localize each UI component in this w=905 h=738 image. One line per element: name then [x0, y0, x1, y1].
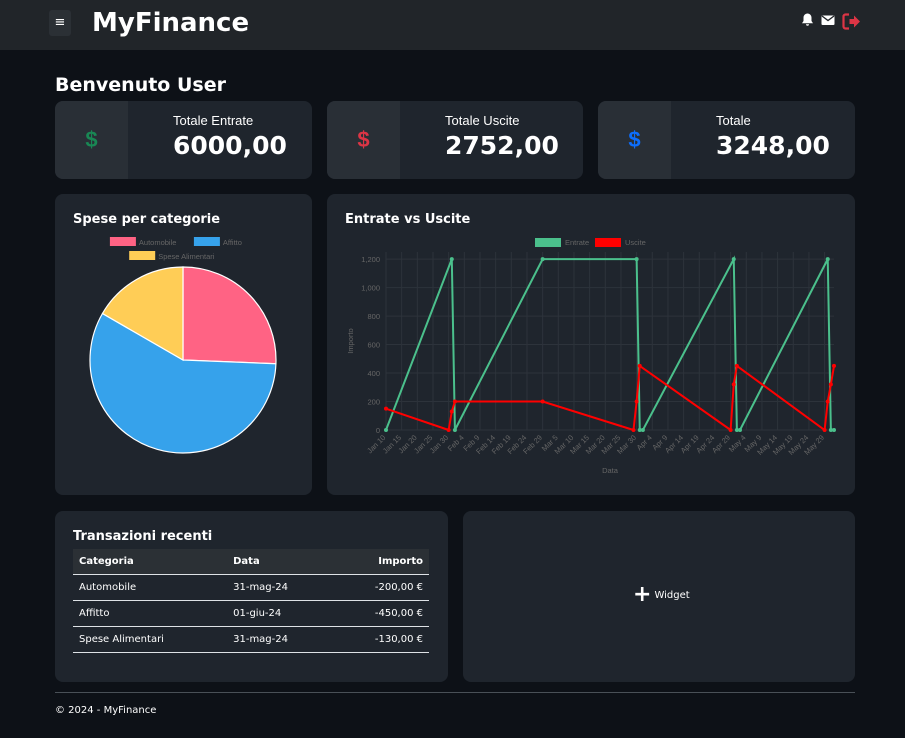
stat-card-entrate: $ Totale Entrate 6000,00 — [55, 101, 312, 179]
data-point — [640, 428, 645, 432]
cell-categoria: Automobile — [73, 574, 228, 601]
data-point — [449, 257, 454, 262]
legend-label: Spese Alimentari — [158, 252, 215, 261]
transactions-card: Transazioni recenti Categoria Data Impor… — [55, 511, 448, 682]
y-tick-label: 400 — [367, 369, 380, 378]
x-axis-title: Data — [602, 466, 619, 475]
data-point — [446, 428, 451, 432]
data-point — [728, 428, 733, 432]
stat-card-totale: $ Totale 3248,00 — [598, 101, 855, 179]
pie-chart-card: Spese per categorie Automobile Affitto Spe… — [55, 194, 312, 495]
plus-icon: + — [633, 582, 652, 607]
transactions-table: Categoria Data Importo Automobile 31-mag… — [73, 549, 429, 653]
cell-categoria: Spese Alimentari — [73, 626, 228, 653]
legend-label: Uscite — [625, 238, 646, 247]
data-point — [734, 363, 739, 368]
data-point — [832, 363, 836, 368]
bell-icon[interactable] — [801, 13, 814, 31]
data-point — [452, 399, 457, 404]
data-point — [634, 399, 639, 404]
data-point — [637, 363, 642, 368]
stat-value: 6000,00 — [173, 131, 287, 160]
cell-importo: -130,00 € — [333, 626, 429, 653]
legend-label: Affitto — [223, 238, 242, 247]
envelope-icon[interactable] — [821, 13, 835, 31]
data-point — [825, 399, 830, 404]
pie-slice — [182, 266, 277, 365]
data-point — [449, 409, 454, 414]
y-tick-label: 200 — [367, 398, 380, 407]
data-point — [828, 382, 833, 387]
widget-card: + Widget — [463, 511, 855, 682]
column-header-categoria: Categoria — [73, 549, 228, 575]
stat-value: 3248,00 — [716, 131, 830, 160]
x-tick-label: Feb 4 — [446, 433, 466, 453]
stat-label: Totale Entrate — [173, 113, 254, 128]
legend-swatch — [129, 251, 156, 260]
column-header-data: Data — [227, 549, 334, 575]
table-header-row: Categoria Data Importo — [73, 549, 429, 575]
cell-categoria: Affitto — [73, 600, 228, 627]
y-axis-title: Importo — [346, 328, 355, 353]
legend-swatch — [595, 238, 621, 247]
data-point — [452, 428, 457, 432]
cell-data: 31-mag-24 — [227, 626, 334, 653]
table-row[interactable]: Spese Alimentari 31-mag-24 -130,00 € — [73, 626, 429, 653]
stat-value: 2752,00 — [445, 131, 559, 160]
data-point — [384, 428, 388, 432]
data-point — [384, 406, 388, 411]
legend-swatch — [109, 237, 136, 246]
data-point — [634, 257, 639, 262]
cell-data: 31-mag-24 — [227, 574, 334, 601]
navbar: ≡ MyFinance — [0, 0, 905, 50]
y-tick-label: 1,000 — [361, 284, 380, 293]
column-header-importo: Importo — [333, 549, 429, 575]
y-tick-label: 600 — [367, 341, 380, 350]
legend-swatch — [535, 238, 561, 247]
menu-toggle-button[interactable]: ≡ — [49, 10, 71, 36]
data-point — [825, 257, 830, 262]
cell-importo: -450,00 € — [333, 600, 429, 627]
dollar-icon: $ — [327, 101, 400, 179]
stat-label: Totale — [716, 113, 751, 128]
dollar-icon: $ — [55, 101, 128, 179]
legend-label: Automobile — [139, 238, 177, 247]
add-widget-label: Widget — [654, 589, 690, 601]
data-point — [540, 399, 545, 404]
footer-divider — [55, 692, 855, 693]
legend-label: Entrate — [565, 238, 589, 247]
table-row[interactable]: Automobile 31-mag-24 -200,00 € — [73, 574, 429, 601]
y-tick-label: 800 — [367, 312, 380, 321]
cell-data: 01-giu-24 — [227, 600, 334, 627]
stat-label: Totale Uscite — [445, 113, 520, 128]
pie-chart: Automobile Affitto Spese Alimentari — [89, 237, 277, 454]
data-point — [731, 257, 736, 262]
transactions-title: Transazioni recenti — [73, 529, 213, 544]
logout-icon[interactable] — [842, 13, 861, 31]
line-chart: Entrate Uscite02004006008001,0001,200Jan … — [346, 238, 836, 475]
welcome-heading: Benvenuto User — [55, 74, 226, 96]
footer-text: © 2024 - MyFinance — [55, 705, 157, 716]
data-point — [540, 257, 545, 262]
x-tick-label: Apr 29 — [710, 433, 732, 455]
data-point — [832, 428, 836, 432]
data-point — [631, 428, 636, 432]
data-point — [731, 382, 736, 387]
y-tick-label: 1,200 — [361, 255, 380, 264]
cell-importo: -200,00 € — [333, 574, 429, 601]
dollar-icon: $ — [598, 101, 671, 179]
table-row[interactable]: Affitto 01-giu-24 -450,00 € — [73, 600, 429, 627]
brand-title[interactable]: MyFinance — [92, 8, 249, 38]
stat-card-uscite: $ Totale Uscite 2752,00 — [327, 101, 583, 179]
add-widget-button[interactable]: + Widget — [633, 582, 690, 607]
data-point — [738, 428, 743, 432]
legend-swatch — [193, 237, 220, 246]
x-tick-label: Apr 4 — [635, 433, 654, 452]
line-chart-card: Entrate vs Uscite Entrate Uscite 0 200 400 60… — [327, 194, 855, 495]
data-point — [822, 428, 827, 432]
